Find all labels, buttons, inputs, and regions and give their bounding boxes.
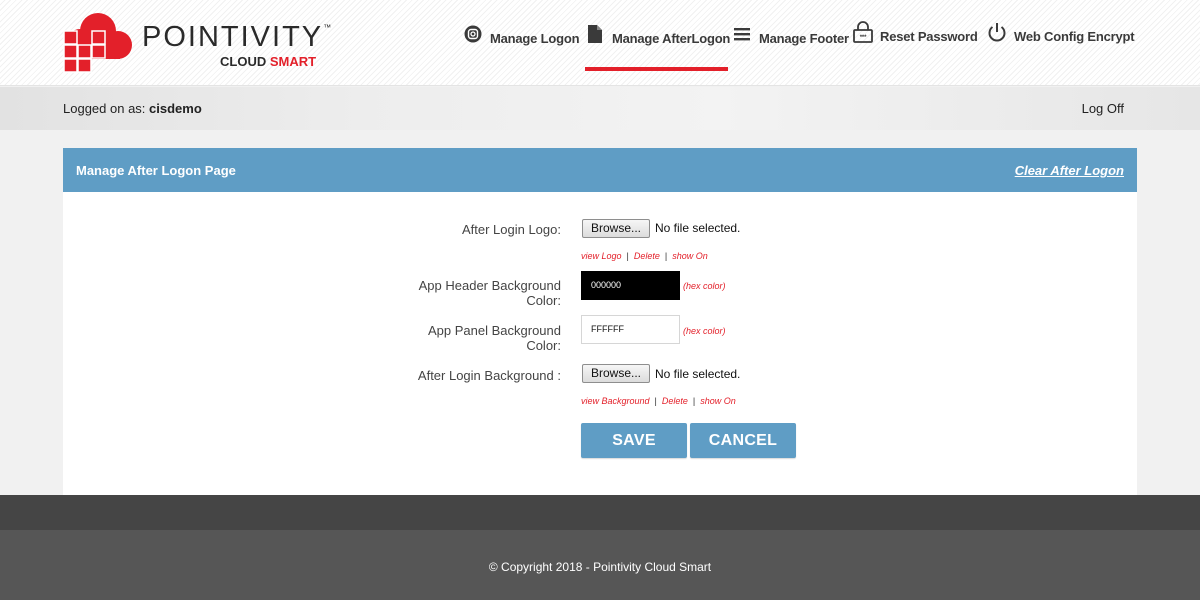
nav-manage-afterlogon[interactable]: Manage AfterLogon: [584, 22, 730, 70]
power-icon: [986, 20, 1008, 44]
after-login-logo-label: After Login Logo:: [461, 222, 561, 237]
nav-web-config-encrypt[interactable]: Web Config Encrypt: [986, 20, 1135, 68]
username: cisdemo: [149, 101, 202, 116]
svg-text:***: ***: [860, 35, 867, 41]
nav-label: Reset Password: [880, 29, 978, 44]
lock-password-icon: ***: [852, 20, 874, 44]
cancel-button[interactable]: CANCEL: [690, 423, 796, 458]
panel-bg-hint: (hex color): [683, 326, 726, 336]
top-nav: Manage Logon Manage AfterLogon Manage Fo…: [0, 20, 1200, 72]
page-footer: © Copyright 2018 - Pointivity Cloud Smar…: [0, 530, 1200, 600]
view-logo-link[interactable]: view Logo: [581, 251, 622, 261]
background-links: view Background | Delete | show On: [581, 396, 736, 406]
after-logon-panel: Manage After Logon Page Clear After Logo…: [63, 148, 1137, 495]
nav-label: Manage Footer: [759, 31, 849, 46]
log-off-link[interactable]: Log Off: [1082, 101, 1124, 116]
nav-label: Manage AfterLogon: [612, 31, 731, 46]
logo-browse-button[interactable]: Browse...: [582, 219, 651, 238]
background-file-status: No file selected.: [655, 367, 741, 381]
nav-manage-logon[interactable]: Manage Logon: [462, 22, 580, 70]
show-on-background-link[interactable]: show On: [700, 396, 736, 406]
nav-label: Web Config Encrypt: [1014, 29, 1135, 44]
show-on-logo-link[interactable]: show On: [672, 251, 708, 261]
after-login-background-label: After Login Background :: [417, 368, 561, 383]
panel-title: Manage After Logon Page: [76, 163, 236, 178]
panel-bg-color-input[interactable]: FFFFFF: [581, 315, 680, 344]
copyright-text: © Copyright 2018 - Pointivity Cloud Smar…: [488, 560, 712, 574]
header-bg-color-input[interactable]: 000000: [581, 271, 680, 300]
session-bar: Logged on as: cisdemo Log Off: [0, 87, 1200, 130]
clear-after-logon-link[interactable]: Clear After Logon: [1015, 163, 1124, 178]
document-icon: [584, 22, 606, 46]
background-browse-button[interactable]: Browse...: [582, 364, 651, 383]
instagram-icon: [462, 22, 484, 46]
nav-manage-footer[interactable]: Manage Footer: [731, 22, 849, 70]
nav-label: Manage Logon: [490, 31, 580, 46]
logo-links: view Logo | Delete | show On: [581, 251, 708, 261]
nav-reset-password[interactable]: *** Reset Password: [852, 20, 978, 68]
view-background-link[interactable]: view Background: [581, 396, 650, 406]
logged-on-text: Logged on as: cisdemo: [63, 101, 202, 116]
header-bg-hint: (hex color): [683, 281, 726, 291]
save-button[interactable]: SAVE: [581, 423, 687, 458]
delete-background-link[interactable]: Delete: [662, 396, 688, 406]
header-bg-color-label: App Header Background Color:: [418, 278, 561, 308]
nav-active-indicator: [585, 67, 728, 71]
logo-file-status: No file selected.: [655, 221, 741, 235]
delete-logo-link[interactable]: Delete: [634, 251, 660, 261]
app-header: POINTIVITY™ CLOUD SMART Manage Logon Man…: [0, 0, 1200, 86]
footer-band: [0, 495, 1200, 530]
panel-header: Manage After Logon Page Clear After Logo…: [63, 148, 1137, 192]
menu-lines-icon: [731, 22, 753, 46]
panel-bg-color-label: App Panel Background Color:: [428, 323, 561, 353]
